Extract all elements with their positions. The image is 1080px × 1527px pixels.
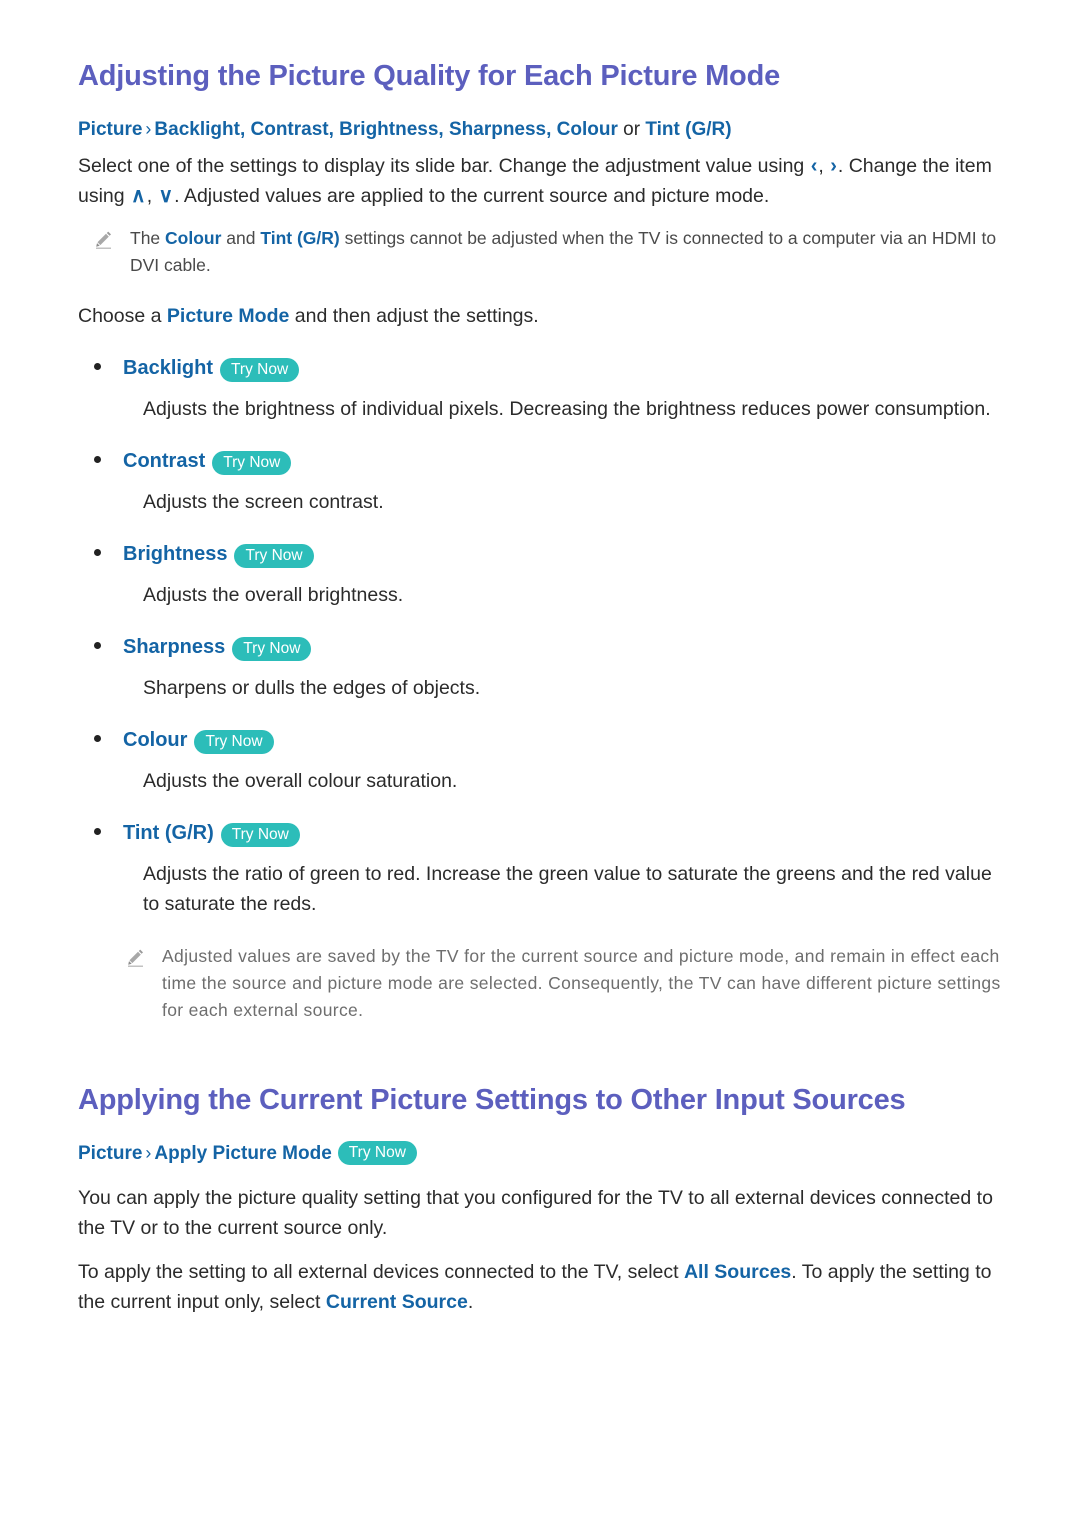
breadcrumb-conjunction: or: [623, 119, 641, 140]
apply-settings-paragraph-2: To apply the setting to all external dev…: [78, 1257, 1010, 1317]
note-hdmi-dvi-text: The Colour and Tint (G/R) settings canno…: [130, 225, 1010, 279]
note1-highlight-tint[interactable]: Tint (G/R): [260, 228, 339, 248]
highlight-picture-mode[interactable]: Picture Mode: [167, 305, 289, 327]
page-title: Adjusting the Picture Quality for Each P…: [78, 60, 781, 92]
document-page: Adjusting the Picture Quality for Each P…: [0, 0, 1080, 1527]
breadcrumb-separator-icon: ›: [145, 119, 152, 139]
breadcrumb-separator-icon: ›: [145, 1143, 152, 1163]
setting-label[interactable]: Backlight: [123, 357, 213, 380]
list-item-backlight[interactable]: Backlight Try Now: [78, 357, 1010, 382]
para2-part3: .: [467, 1291, 474, 1313]
note1-part1: The: [130, 228, 166, 248]
choose-part2: and then adjust the settings.: [289, 305, 539, 327]
try-now-badge[interactable]: Try Now: [337, 1141, 417, 1165]
breadcrumb-apply-picture-mode: Picture › Apply Picture Mode Try Now: [78, 1138, 1010, 1169]
setting-label[interactable]: Tint (G/R): [123, 822, 214, 845]
try-now-badge[interactable]: Try Now: [212, 451, 292, 475]
note-saved-values: Adjusted values are saved by the TV for …: [126, 943, 1010, 1024]
list-item-brightness[interactable]: Brightness Try Now: [78, 543, 1010, 568]
try-now-badge[interactable]: Try Now: [234, 544, 314, 568]
bullet-dot-icon: [94, 828, 101, 835]
setting-description: Adjusts the overall colour saturation.: [143, 770, 458, 792]
apply-settings-paragraph-1: You can apply the picture quality settin…: [78, 1187, 993, 1239]
choose-part1: Choose a: [78, 305, 167, 327]
setting-label[interactable]: Sharpness: [123, 636, 225, 659]
setting-label[interactable]: Colour: [123, 729, 187, 752]
pencil-icon: [126, 943, 148, 973]
intro-text-part1: Select one of the settings to display it…: [78, 155, 810, 177]
chevron-down-icon: ∨: [158, 185, 174, 207]
choose-picture-mode-line: Choose a Picture Mode and then adjust th…: [78, 301, 1010, 331]
setting-description: Adjusts the ratio of green to red. Incre…: [143, 863, 992, 915]
breadcrumb-item-apply-picture-mode[interactable]: Apply Picture Mode: [154, 1143, 331, 1164]
bullet-dot-icon: [94, 363, 101, 370]
highlight-current-source[interactable]: Current Source: [326, 1291, 468, 1313]
breadcrumb-root[interactable]: Picture: [78, 1143, 142, 1164]
intro-paragraph: Select one of the settings to display it…: [78, 151, 1010, 211]
setting-description: Adjusts the brightness of individual pix…: [143, 398, 991, 420]
bullet-dot-icon: [94, 642, 101, 649]
try-now-badge[interactable]: Try Now: [194, 730, 274, 754]
setting-description: Sharpens or dulls the edges of objects.: [143, 677, 481, 699]
try-now-badge[interactable]: Try Now: [232, 637, 312, 661]
bullet-dot-icon: [94, 456, 101, 463]
intro-arrow-comma: ,: [818, 155, 830, 177]
intro-text-part3: . Adjusted values are applied to the cur…: [174, 185, 770, 207]
bullet-dot-icon: [94, 735, 101, 742]
chevron-up-icon: ∧: [131, 185, 146, 207]
list-item-colour[interactable]: Colour Try Now: [78, 729, 1010, 754]
try-now-badge[interactable]: Try Now: [220, 358, 300, 382]
breadcrumb-items[interactable]: Backlight, Contrast, Brightness, Sharpne…: [154, 119, 617, 140]
setting-description: Adjusts the overall brightness.: [143, 584, 404, 606]
list-item-contrast[interactable]: Contrast Try Now: [78, 450, 1010, 475]
setting-label[interactable]: Brightness: [123, 543, 227, 566]
try-now-badge[interactable]: Try Now: [220, 823, 300, 847]
chevron-right-icon: ›: [830, 155, 837, 177]
list-item-sharpness[interactable]: Sharpness Try Now: [78, 636, 1010, 661]
note-saved-values-text: Adjusted values are saved by the TV for …: [162, 946, 1001, 1020]
breadcrumb-last-item[interactable]: Tint (G/R): [645, 119, 731, 140]
list-item-tint[interactable]: Tint (G/R) Try Now: [78, 822, 1010, 847]
para2-part1: To apply the setting to all external dev…: [78, 1261, 684, 1283]
pencil-icon: [94, 225, 116, 255]
setting-description: Adjusts the screen contrast.: [143, 491, 384, 513]
setting-label[interactable]: Contrast: [123, 450, 205, 473]
highlight-all-sources[interactable]: All Sources: [684, 1261, 791, 1283]
note1-highlight-colour[interactable]: Colour: [165, 228, 221, 248]
intro-arrow-comma-2: ,: [146, 185, 158, 207]
note-hdmi-dvi: The Colour and Tint (G/R) settings canno…: [94, 225, 1010, 279]
breadcrumb-picture-settings: Picture › Backlight, Contrast, Brightness,…: [78, 114, 1010, 145]
note1-part2: and: [221, 228, 261, 248]
breadcrumb-root[interactable]: Picture: [78, 119, 142, 140]
bullet-dot-icon: [94, 549, 101, 556]
section-title-apply-settings: Applying the Current Picture Settings to…: [78, 1084, 906, 1116]
